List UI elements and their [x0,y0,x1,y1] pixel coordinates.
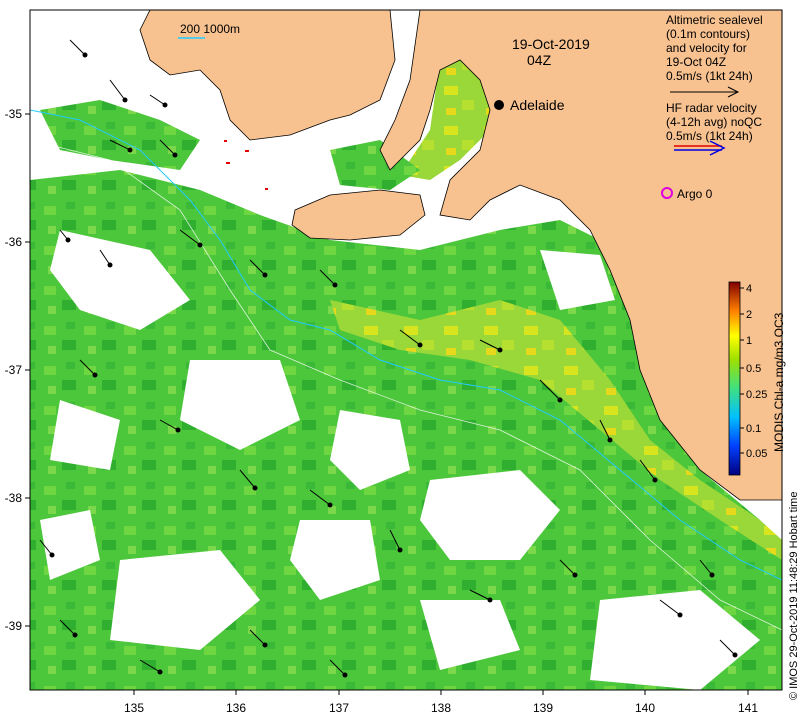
x-tick-label: 136 [226,701,246,715]
x-tick-label: 139 [533,701,553,715]
y-tick-label: -36 [5,235,23,249]
colorbar-tick-label: 0.05 [746,448,767,460]
y-tick-label: -37 [5,363,23,377]
colorbar [728,281,741,476]
colorbar-tick-label: 0.5 [746,363,761,375]
legend-radar-line-1: HF radar velocity [666,101,757,115]
x-tick-label: 138 [431,701,451,715]
legend-sealevel-line-1: Altimetric sealevel [666,13,763,27]
x-tick-label: 141 [738,701,758,715]
colorbar-tick-label: 4 [746,283,752,295]
adelaide-marker-icon [494,100,504,110]
colorbar-title: MODIS Chl-a mg/m3 OC3 [772,312,786,452]
credit-text: © IMOS 29-Oct-2019 11:48:29 Hobart time [788,492,800,700]
scale-bar-label: 200 1000m [180,22,240,36]
legend-radar-line-2: (4-12h avg) noQC [666,115,762,129]
date-label: 19-Oct-2019 [512,36,590,52]
y-axis-ticks: -35 -36 -37 -38 -39 [5,107,30,633]
legend-radar-line-3: 0.5m/s (1kt 24h) [666,129,753,143]
y-tick-label: -38 [5,491,23,505]
legend-sealevel-line-4: 19-Oct 04Z [666,55,726,69]
map-figure: 200 1000m 19-Oct-2019 04Z Adelaide Altim… [5,9,800,715]
legend-radar: HF radar velocity (4-12h avg) noQC 0.5m/… [666,101,762,143]
x-tick-label: 137 [329,701,349,715]
colorbar-tick-label: 0.1 [746,423,761,435]
colorbar-tick-label: 0.25 [746,389,767,401]
time-label: 04Z [527,52,552,68]
y-tick-label: -35 [5,107,23,121]
legend-sealevel-line-3: and velocity for [666,41,747,55]
y-tick-label: -39 [5,619,23,633]
x-tick-label: 140 [635,701,655,715]
argo-label: Argo 0 [677,187,713,201]
x-tick-label: 135 [124,701,144,715]
colorbar-tick-label: 1 [746,335,752,347]
x-axis-ticks: 135 136 137 138 139 140 141 [124,690,758,715]
legend-sealevel-line-5: 0.5m/s (1kt 24h) [666,69,753,83]
city-label: Adelaide [510,97,565,113]
colorbar-tick-label: 2 [746,309,752,321]
legend-sealevel-line-2: (0.1m contours) [666,27,750,41]
